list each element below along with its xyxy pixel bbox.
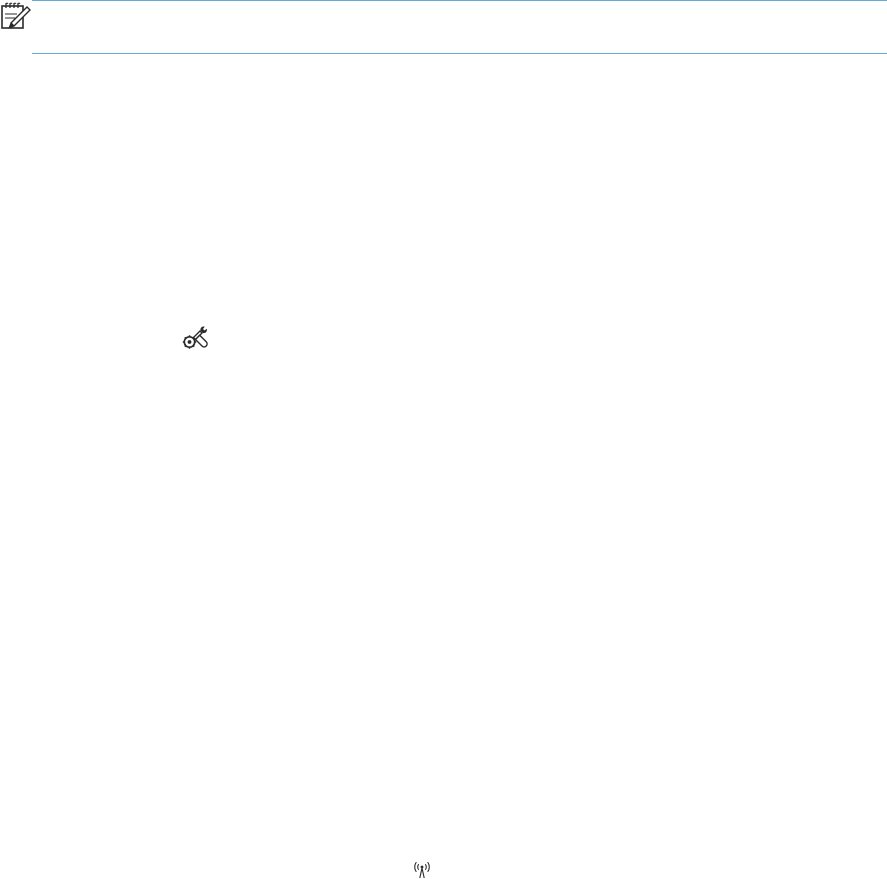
note-box [0, 0, 887, 56]
wireless-antenna-icon [413, 861, 431, 879]
note-bottom-rule [32, 53, 887, 54]
setup-wrench-gear-icon [182, 326, 209, 350]
note-pencil-icon [0, 0, 32, 32]
note-top-rule [32, 0, 887, 1]
